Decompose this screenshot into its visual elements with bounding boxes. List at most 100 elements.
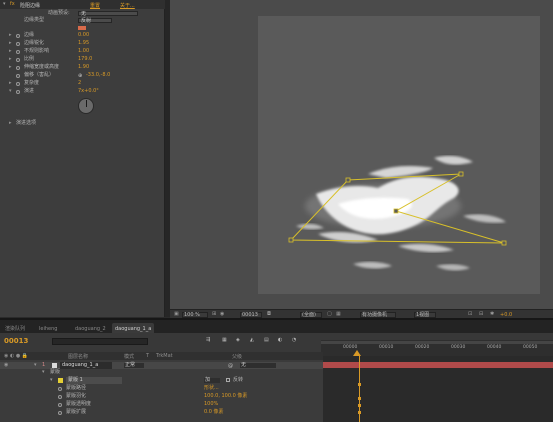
keyframe[interactable] <box>358 411 361 414</box>
mask-property-row[interactable]: 蒙版路径 形状... <box>0 385 323 392</box>
mask-property-row[interactable]: 蒙版羽化 100.0, 100.0 像素 <box>0 393 323 400</box>
invert-checkbox[interactable] <box>226 378 230 382</box>
layer-duration-bar[interactable] <box>323 362 553 368</box>
stopwatch-icon[interactable] <box>16 82 20 86</box>
frame-blend-icon[interactable]: ▤ <box>264 337 269 343</box>
draft-3d-icon[interactable]: ◈ <box>236 337 240 343</box>
expand-triangle-icon[interactable]: ▾ <box>3 1 6 7</box>
color-swatch[interactable] <box>78 26 86 30</box>
crosshair-icon[interactable]: ⊕ <box>78 73 82 80</box>
edge-type-dropdown[interactable]: 反射 <box>78 18 112 24</box>
composition-canvas[interactable] <box>258 16 540 294</box>
keyframe[interactable] <box>358 404 361 407</box>
stopwatch-icon[interactable] <box>16 90 20 94</box>
keyframe[interactable] <box>358 397 361 400</box>
property-value[interactable]: 100% <box>204 401 218 408</box>
stopwatch-icon[interactable] <box>58 387 62 391</box>
motion-blur-icon[interactable]: ◐ <box>278 337 282 343</box>
param-value[interactable]: 179.0 <box>78 56 92 63</box>
comp-mini-flowchart-icon[interactable]: ⇶ <box>206 337 210 343</box>
mask-group-row[interactable]: ▾ 蒙版 <box>0 369 323 376</box>
stopwatch-icon[interactable] <box>58 411 62 415</box>
column-parent[interactable]: 父级 <box>232 353 242 360</box>
about-link[interactable]: 关于... <box>120 2 135 9</box>
stopwatch-icon[interactable] <box>16 66 20 70</box>
mask-vertex[interactable] <box>501 240 507 246</box>
twirl-icon[interactable]: ▸ <box>9 120 12 127</box>
graph-editor-icon[interactable]: ◔ <box>292 337 296 343</box>
parent-dropdown[interactable]: 无 <box>240 363 276 368</box>
current-time[interactable]: 00013 <box>4 337 28 345</box>
mask-mode-dropdown[interactable]: 加 <box>204 378 220 383</box>
param-value[interactable]: 2 <box>78 80 81 87</box>
layer-tracks <box>321 356 553 422</box>
ruler-tick-label: 00020 <box>415 344 429 350</box>
column-t[interactable]: T <box>146 353 149 359</box>
keyframe[interactable] <box>358 383 361 386</box>
live-update-icon[interactable]: ▦ <box>222 337 227 343</box>
param-value[interactable]: 1.90 <box>78 64 89 71</box>
param-value[interactable]: 1.95 <box>78 40 89 47</box>
channel-icon[interactable]: ⊡ <box>468 311 472 317</box>
time-ruler[interactable]: 00000 00010 00020 00030 00040 00050 <box>321 340 553 356</box>
flowchart-icon[interactable]: ⊟ <box>479 311 483 317</box>
twirl-icon[interactable]: ▸ <box>9 80 12 87</box>
mask-color-swatch[interactable] <box>58 378 63 383</box>
layer-row[interactable]: ◉ ▾ 1 daoguang_1_a 正常 @ 无 <box>0 362 323 369</box>
layer-name[interactable]: daoguang_1_a <box>60 362 112 369</box>
column-trkmat[interactable]: TrkMat <box>156 353 173 359</box>
mask-vertex[interactable] <box>345 177 351 183</box>
mask-property-row[interactable]: 蒙版透明度 100% <box>0 401 323 408</box>
stopwatch-icon[interactable] <box>16 58 20 62</box>
expand-triangle-icon[interactable]: ▾ <box>50 377 53 384</box>
reset-link[interactable]: 重置 <box>90 2 100 9</box>
mask-name[interactable]: 蒙版 1 <box>66 377 122 384</box>
param-value[interactable]: -33.0,-8.0 <box>86 72 110 79</box>
layer-list: ◉ ▾ 1 daoguang_1_a 正常 @ 无 ▾ 蒙版 ▾ 蒙版 1 加 … <box>0 360 323 422</box>
stopwatch-icon[interactable] <box>58 395 62 399</box>
property-value[interactable]: 100.0, 100.0 像素 <box>204 393 247 400</box>
stopwatch-icon[interactable] <box>16 34 20 38</box>
stopwatch-icon[interactable] <box>16 42 20 46</box>
stopwatch-icon[interactable] <box>16 50 20 54</box>
stopwatch-icon[interactable] <box>58 403 62 407</box>
layer-search-input[interactable] <box>52 338 148 345</box>
work-area-bar[interactable] <box>321 341 553 344</box>
twirl-icon[interactable]: ▾ <box>9 88 12 95</box>
param-value[interactable]: 7x+0.0° <box>78 88 99 95</box>
transparency-icon[interactable]: ▦ <box>336 311 341 317</box>
twirl-icon[interactable]: ▸ <box>9 32 12 39</box>
column-mode[interactable]: 模式 <box>124 353 134 360</box>
property-value[interactable]: 0.0 像素 <box>204 409 224 416</box>
fx-icon[interactable]: fx <box>10 1 15 7</box>
camera-icon[interactable]: ◘ <box>267 311 271 317</box>
twirl-icon[interactable]: ▸ <box>9 64 12 71</box>
stopwatch-icon[interactable] <box>16 74 20 78</box>
grid-icon[interactable]: ⊞ <box>212 311 216 317</box>
expand-triangle-icon[interactable]: ▾ <box>34 362 37 369</box>
snapshot-icon[interactable]: ◉ <box>220 311 224 317</box>
property-value[interactable]: 形状... <box>204 385 219 392</box>
reset-exposure-icon[interactable]: ✱ <box>490 311 494 317</box>
mask-vertex[interactable] <box>288 237 294 243</box>
hide-shy-icon[interactable]: ◭ <box>250 337 254 343</box>
mode-dropdown[interactable]: 正常 <box>124 363 144 368</box>
param-value[interactable]: 0.00 <box>78 32 89 39</box>
param-value[interactable]: 1.00 <box>78 48 89 55</box>
twirl-icon[interactable]: ▸ <box>9 56 12 63</box>
twirl-icon[interactable]: ▸ <box>9 40 12 47</box>
mask-vertex[interactable] <box>458 171 464 177</box>
mask-row[interactable]: ▾ 蒙版 1 加 反转 <box>0 377 323 384</box>
expand-triangle-icon[interactable]: ▾ <box>42 369 45 376</box>
region-icon[interactable]: ▢ <box>327 311 332 317</box>
column-layer-name[interactable]: 图层名称 <box>68 353 88 360</box>
animation-preset-dropdown[interactable]: 无 <box>78 11 138 17</box>
evolution-dial[interactable] <box>78 98 94 114</box>
always-preview-icon[interactable]: ▣ <box>174 311 179 317</box>
mask-vertex[interactable] <box>393 208 399 214</box>
twirl-icon[interactable]: ▸ <box>9 48 12 55</box>
eye-icon[interactable]: ◉ <box>4 362 8 369</box>
property-label: 蒙版羽化 <box>66 393 87 399</box>
mask-property-row[interactable]: 蒙版扩展 0.0 像素 <box>0 409 323 416</box>
invert-label: 反转 <box>233 377 244 383</box>
